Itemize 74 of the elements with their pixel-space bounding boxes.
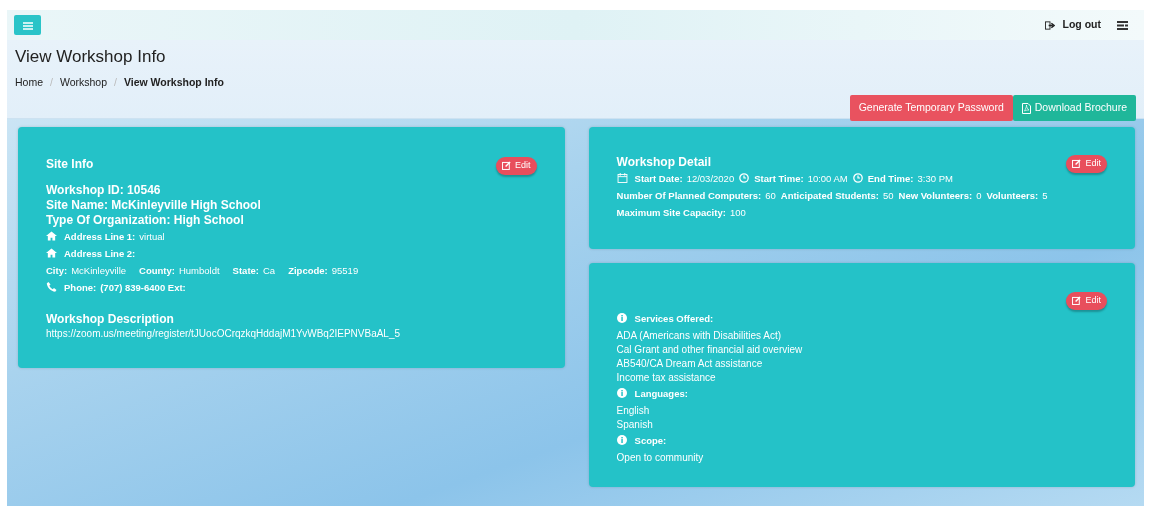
field-value: (707) 839-6400 Ext: bbox=[100, 280, 186, 295]
field-label: Start Time: bbox=[754, 171, 804, 186]
field-label: Address Line 2: bbox=[64, 246, 136, 261]
list-item: Spanish bbox=[616, 417, 654, 432]
download-brochure-button[interactable]: Download Brochure bbox=[1012, 95, 1136, 121]
list-item: English bbox=[616, 403, 651, 418]
field-value: 60 bbox=[765, 188, 776, 203]
clock-icon bbox=[739, 173, 750, 183]
field-label: Start Date: bbox=[634, 171, 683, 186]
edit-button[interactable]: Edit bbox=[1066, 292, 1107, 310]
list-item: Income tax assistance bbox=[616, 370, 717, 385]
field-value: 10:00 AM bbox=[807, 171, 848, 186]
field-value: 50 bbox=[882, 188, 894, 203]
field-value: Humboldt bbox=[178, 263, 220, 278]
list-icon[interactable] bbox=[1117, 20, 1128, 30]
card-title: Workshop Detail bbox=[616, 155, 712, 170]
info-icon bbox=[616, 313, 627, 323]
section-label: Scope: bbox=[634, 433, 667, 448]
edit-icon bbox=[1072, 296, 1082, 306]
calendar-icon bbox=[616, 173, 628, 183]
breadcrumb-separator: / bbox=[50, 75, 53, 91]
phone-icon bbox=[46, 282, 57, 292]
breadcrumb-current[interactable]: View Workshop Info bbox=[123, 75, 224, 92]
info-icon bbox=[616, 388, 627, 398]
list-item: ADA (Americans with Disabilities Act) bbox=[616, 328, 783, 343]
field-label: New Volunteers: bbox=[898, 188, 973, 203]
breadcrumb-link[interactable]: Workshop bbox=[59, 75, 107, 92]
home-icon bbox=[46, 231, 57, 241]
field-label: County: bbox=[139, 263, 175, 278]
card-title: Site Info bbox=[46, 157, 94, 172]
field-value: 95519 bbox=[331, 263, 359, 278]
document-icon bbox=[1021, 102, 1031, 114]
field-label: End Time: bbox=[867, 171, 914, 186]
description-text: https://zoom.us/meeting/register/tJUocOCrqzkqHddajM1YvWBq2IEPNVBaAL_5 bbox=[46, 326, 402, 341]
field-value: virtual bbox=[139, 229, 165, 244]
field-value: 0 bbox=[976, 188, 982, 203]
field-value: Ca bbox=[263, 263, 276, 278]
list-item: AB540/CA Dream Act assistance bbox=[616, 356, 764, 371]
field-value: McKinleyville bbox=[71, 263, 127, 278]
list-item: Open to community bbox=[616, 450, 705, 465]
info-heading: Workshop ID: 10546 bbox=[46, 182, 162, 198]
home-icon bbox=[46, 248, 57, 258]
section-label: Languages: bbox=[634, 386, 688, 401]
edit-button[interactable]: Edit bbox=[496, 157, 537, 175]
edit-button[interactable]: Edit bbox=[1066, 155, 1107, 173]
logout-link[interactable]: Log out bbox=[1044, 17, 1101, 33]
breadcrumb-separator: / bbox=[114, 75, 117, 91]
edit-icon bbox=[502, 161, 512, 171]
logout-icon bbox=[1044, 20, 1055, 30]
info-heading: Type Of Organization: High School bbox=[46, 212, 245, 228]
field-label: Number Of Planned Computers: bbox=[616, 188, 762, 203]
menu-icon bbox=[22, 21, 33, 30]
field-value: 100 bbox=[729, 205, 746, 220]
field-label: Zipcode: bbox=[288, 263, 328, 278]
generate-password-button[interactable]: Generate Temporary Password bbox=[849, 95, 1013, 121]
field-label: Maximum Site Capacity: bbox=[616, 205, 726, 220]
clock-icon bbox=[852, 173, 863, 183]
field-label: Address Line 1: bbox=[64, 229, 136, 244]
field-label: Anticipated Students: bbox=[780, 188, 879, 203]
field-value: 12/03/2020 bbox=[686, 171, 735, 186]
field-label: City: bbox=[46, 263, 68, 278]
breadcrumb-link[interactable]: Home bbox=[15, 75, 43, 92]
info-heading: Site Name: McKinleyville High School bbox=[46, 197, 262, 213]
edit-icon bbox=[1072, 159, 1082, 169]
field-label: Phone: bbox=[64, 280, 97, 295]
section-label: Services Offered: bbox=[634, 311, 714, 326]
field-value: 3:30 PM bbox=[917, 171, 953, 186]
field-label: Volunteers: bbox=[986, 188, 1039, 203]
field-value: 5 bbox=[1042, 188, 1048, 203]
list-item: Cal Grant and other financial aid overview bbox=[616, 342, 804, 357]
page-title: View Workshop Info bbox=[15, 47, 167, 68]
info-heading: Workshop Description bbox=[46, 311, 175, 327]
info-icon bbox=[616, 435, 627, 445]
field-label: State: bbox=[232, 263, 259, 278]
